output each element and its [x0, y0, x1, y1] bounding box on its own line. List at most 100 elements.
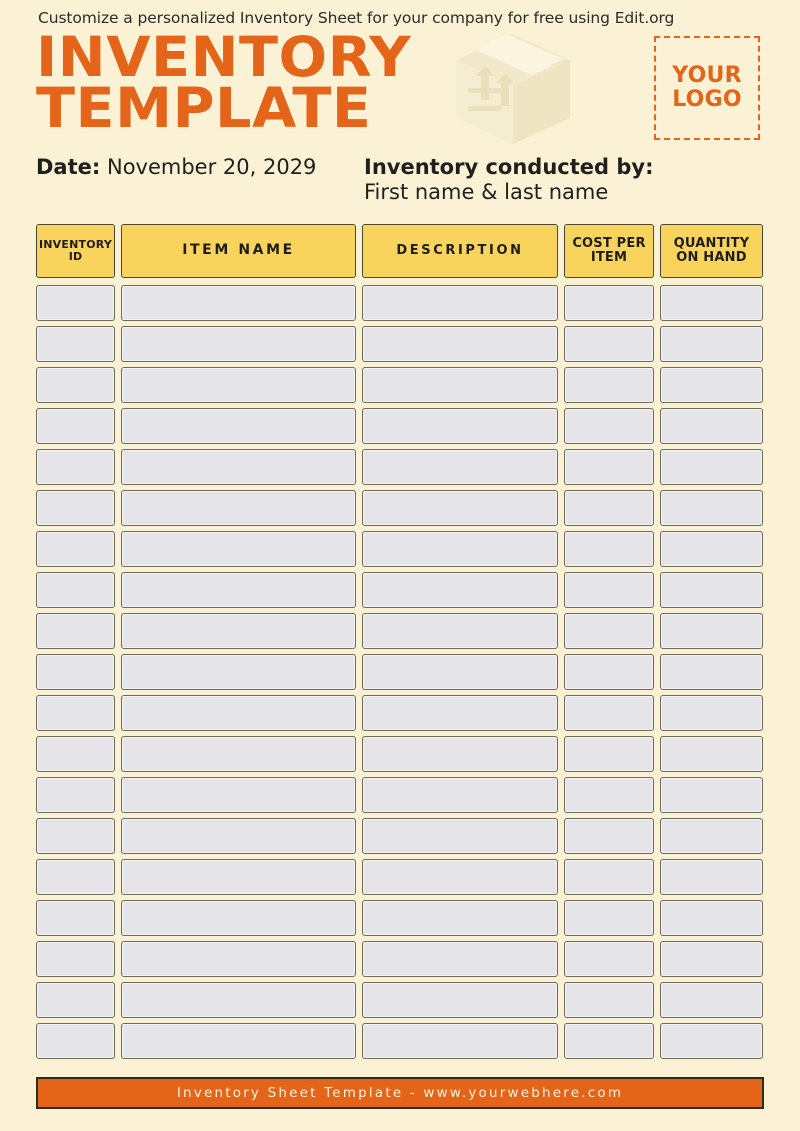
cell-description[interactable] [362, 654, 558, 690]
cell-inventory_id[interactable] [36, 531, 115, 567]
cell-description[interactable] [362, 818, 558, 854]
cell-description[interactable] [362, 941, 558, 977]
cell-cost_per_item[interactable] [564, 367, 654, 403]
cell-cost_per_item[interactable] [564, 1023, 654, 1059]
cell-inventory_id[interactable] [36, 777, 115, 813]
cell-cost_per_item[interactable] [564, 572, 654, 608]
cell-quantity_on_hand[interactable] [660, 367, 763, 403]
cell-description[interactable] [362, 408, 558, 444]
cell-quantity_on_hand[interactable] [660, 613, 763, 649]
cell-inventory_id[interactable] [36, 900, 115, 936]
cell-quantity_on_hand[interactable] [660, 982, 763, 1018]
cell-quantity_on_hand[interactable] [660, 777, 763, 813]
inventory-template-page: Customize a personalized Inventory Sheet… [0, 0, 800, 1131]
cell-description[interactable] [362, 490, 558, 526]
cell-cost_per_item[interactable] [564, 695, 654, 731]
cell-inventory_id[interactable] [36, 982, 115, 1018]
cell-quantity_on_hand[interactable] [660, 449, 763, 485]
cell-item_name[interactable] [121, 613, 356, 649]
cell-cost_per_item[interactable] [564, 859, 654, 895]
cell-quantity_on_hand[interactable] [660, 408, 763, 444]
cell-description[interactable] [362, 777, 558, 813]
cell-inventory_id[interactable] [36, 613, 115, 649]
cell-inventory_id[interactable] [36, 367, 115, 403]
cell-item_name[interactable] [121, 1023, 356, 1059]
cell-quantity_on_hand[interactable] [660, 1023, 763, 1059]
cell-inventory_id[interactable] [36, 695, 115, 731]
cell-quantity_on_hand[interactable] [660, 941, 763, 977]
cell-quantity_on_hand[interactable] [660, 572, 763, 608]
cell-item_name[interactable] [121, 859, 356, 895]
cell-cost_per_item[interactable] [564, 777, 654, 813]
cell-inventory_id[interactable] [36, 408, 115, 444]
table-row [36, 777, 764, 813]
cell-inventory_id[interactable] [36, 326, 115, 362]
cell-description[interactable] [362, 613, 558, 649]
cell-inventory_id[interactable] [36, 490, 115, 526]
cell-item_name[interactable] [121, 367, 356, 403]
cell-description[interactable] [362, 367, 558, 403]
cell-cost_per_item[interactable] [564, 531, 654, 567]
cell-item_name[interactable] [121, 572, 356, 608]
cell-item_name[interactable] [121, 531, 356, 567]
cell-inventory_id[interactable] [36, 941, 115, 977]
cell-inventory_id[interactable] [36, 736, 115, 772]
cell-quantity_on_hand[interactable] [660, 736, 763, 772]
cell-cost_per_item[interactable] [564, 736, 654, 772]
cell-description[interactable] [362, 900, 558, 936]
cell-quantity_on_hand[interactable] [660, 490, 763, 526]
cell-inventory_id[interactable] [36, 449, 115, 485]
cell-item_name[interactable] [121, 285, 356, 321]
cell-description[interactable] [362, 572, 558, 608]
conducted-by-field[interactable]: Inventory conducted by: First name & las… [364, 155, 653, 205]
cell-item_name[interactable] [121, 654, 356, 690]
cell-description[interactable] [362, 531, 558, 567]
cell-description[interactable] [362, 1023, 558, 1059]
cell-item_name[interactable] [121, 982, 356, 1018]
cell-item_name[interactable] [121, 490, 356, 526]
date-field[interactable]: Date: November 20, 2029 [36, 155, 316, 179]
cell-cost_per_item[interactable] [564, 408, 654, 444]
cell-cost_per_item[interactable] [564, 285, 654, 321]
cell-cost_per_item[interactable] [564, 654, 654, 690]
cell-cost_per_item[interactable] [564, 900, 654, 936]
cell-inventory_id[interactable] [36, 818, 115, 854]
cell-inventory_id[interactable] [36, 654, 115, 690]
cell-quantity_on_hand[interactable] [660, 695, 763, 731]
your-logo-placeholder[interactable]: YOUR LOGO [654, 36, 760, 140]
cell-description[interactable] [362, 326, 558, 362]
cell-cost_per_item[interactable] [564, 818, 654, 854]
cell-cost_per_item[interactable] [564, 613, 654, 649]
cell-inventory_id[interactable] [36, 285, 115, 321]
cell-quantity_on_hand[interactable] [660, 654, 763, 690]
cell-description[interactable] [362, 736, 558, 772]
cell-item_name[interactable] [121, 449, 356, 485]
cell-cost_per_item[interactable] [564, 490, 654, 526]
cell-item_name[interactable] [121, 736, 356, 772]
cell-cost_per_item[interactable] [564, 941, 654, 977]
cell-quantity_on_hand[interactable] [660, 900, 763, 936]
cell-quantity_on_hand[interactable] [660, 859, 763, 895]
cell-cost_per_item[interactable] [564, 449, 654, 485]
cell-description[interactable] [362, 859, 558, 895]
cell-inventory_id[interactable] [36, 859, 115, 895]
cell-description[interactable] [362, 695, 558, 731]
cell-item_name[interactable] [121, 408, 356, 444]
cell-cost_per_item[interactable] [564, 326, 654, 362]
cell-item_name[interactable] [121, 941, 356, 977]
cell-description[interactable] [362, 449, 558, 485]
cell-item_name[interactable] [121, 777, 356, 813]
cell-description[interactable] [362, 982, 558, 1018]
cell-cost_per_item[interactable] [564, 982, 654, 1018]
cell-item_name[interactable] [121, 326, 356, 362]
cell-quantity_on_hand[interactable] [660, 326, 763, 362]
cell-item_name[interactable] [121, 695, 356, 731]
cell-quantity_on_hand[interactable] [660, 285, 763, 321]
cell-quantity_on_hand[interactable] [660, 818, 763, 854]
cell-quantity_on_hand[interactable] [660, 531, 763, 567]
cell-inventory_id[interactable] [36, 572, 115, 608]
cell-description[interactable] [362, 285, 558, 321]
cell-inventory_id[interactable] [36, 1023, 115, 1059]
cell-item_name[interactable] [121, 818, 356, 854]
cell-item_name[interactable] [121, 900, 356, 936]
